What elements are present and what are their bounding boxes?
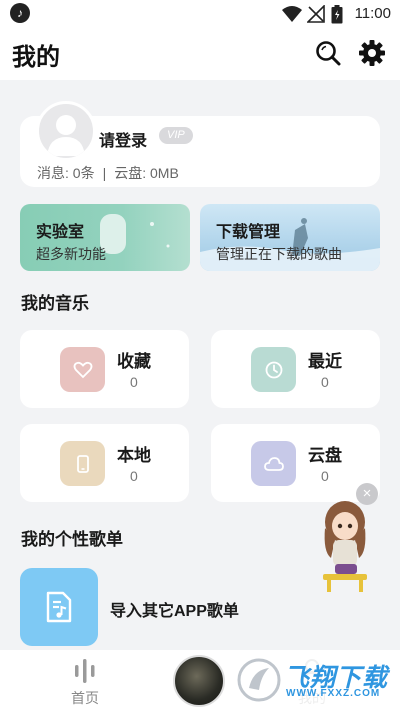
cloud-tile[interactable]: 云盘 0	[211, 424, 380, 502]
import-music-icon	[46, 591, 72, 623]
recent-icon-box	[251, 347, 296, 392]
site-watermark: 飞翔下载 WWW.FXXZ.COM	[234, 655, 390, 705]
favorites-count: 0	[130, 374, 138, 390]
mascot-sticker[interactable]	[315, 500, 375, 595]
recent-count: 0	[321, 374, 329, 390]
stats-separator: |	[102, 165, 107, 181]
watermark-url: WWW.FXXZ.COM	[286, 688, 381, 699]
local-count: 0	[130, 468, 138, 484]
clock-icon	[265, 361, 282, 378]
heart-icon	[73, 361, 92, 378]
clock-time: 11:00	[354, 5, 391, 22]
home-bars-icon	[75, 659, 95, 683]
now-playing-disc[interactable]	[173, 655, 225, 707]
tab-home[interactable]: 首页	[55, 656, 115, 706]
download-banner-title: 下载管理	[216, 224, 281, 241]
lab-banner-title: 实验室	[36, 224, 85, 241]
my-playlists-title: 我的个性歌单	[21, 530, 123, 549]
page-title: 我的	[12, 44, 60, 71]
recent-label: 最近	[308, 352, 342, 371]
favorites-tile[interactable]: 收藏 0	[20, 330, 189, 408]
download-banner-subtitle: 管理正在下载的歌曲	[216, 246, 342, 262]
cloud-icon-box	[251, 441, 296, 486]
vip-badge: VIP	[159, 127, 193, 144]
import-playlist-label[interactable]: 导入其它APP歌单	[110, 597, 239, 621]
cloud-storage[interactable]: 云盘: 0MB	[114, 165, 179, 181]
search-button[interactable]	[313, 38, 343, 68]
profile-stats: 消息: 0条 | 云盘: 0MB	[37, 163, 179, 183]
cloud-count: 0	[321, 468, 329, 484]
lab-banner-subtitle: 超多新功能	[36, 246, 106, 262]
download-banner[interactable]: 下载管理 管理正在下载的歌曲	[200, 204, 380, 271]
no-signal-icon	[307, 5, 325, 23]
recent-tile[interactable]: 最近 0	[211, 330, 380, 408]
battery-icon	[331, 5, 343, 24]
local-icon-box	[60, 441, 105, 486]
lab-banner[interactable]: 实验室 超多新功能	[20, 204, 190, 271]
gear-icon	[359, 40, 385, 66]
status-bar: ♪ 11:00	[0, 0, 400, 28]
import-playlist-button[interactable]	[20, 568, 98, 646]
watermark-logo	[237, 658, 281, 702]
cloud-label: 云盘	[308, 446, 342, 465]
phone-icon	[76, 454, 89, 473]
local-tile[interactable]: 本地 0	[20, 424, 189, 502]
search-icon	[316, 41, 341, 66]
favorites-label: 收藏	[117, 352, 151, 371]
local-label: 本地	[117, 446, 151, 465]
cloud-icon	[263, 456, 284, 471]
my-music-title: 我的音乐	[21, 294, 89, 313]
avatar[interactable]	[36, 101, 96, 161]
music-note-icon: ♪	[10, 3, 30, 23]
user-avatar-icon	[47, 115, 85, 156]
page-header: 我的	[0, 28, 400, 80]
favorites-icon-box	[60, 347, 105, 392]
settings-button[interactable]	[357, 38, 387, 68]
login-link[interactable]: 请登录	[99, 127, 147, 151]
wifi-icon	[282, 6, 302, 22]
messages-count[interactable]: 消息: 0条	[37, 165, 95, 181]
tab-home-label: 首页	[71, 690, 99, 706]
